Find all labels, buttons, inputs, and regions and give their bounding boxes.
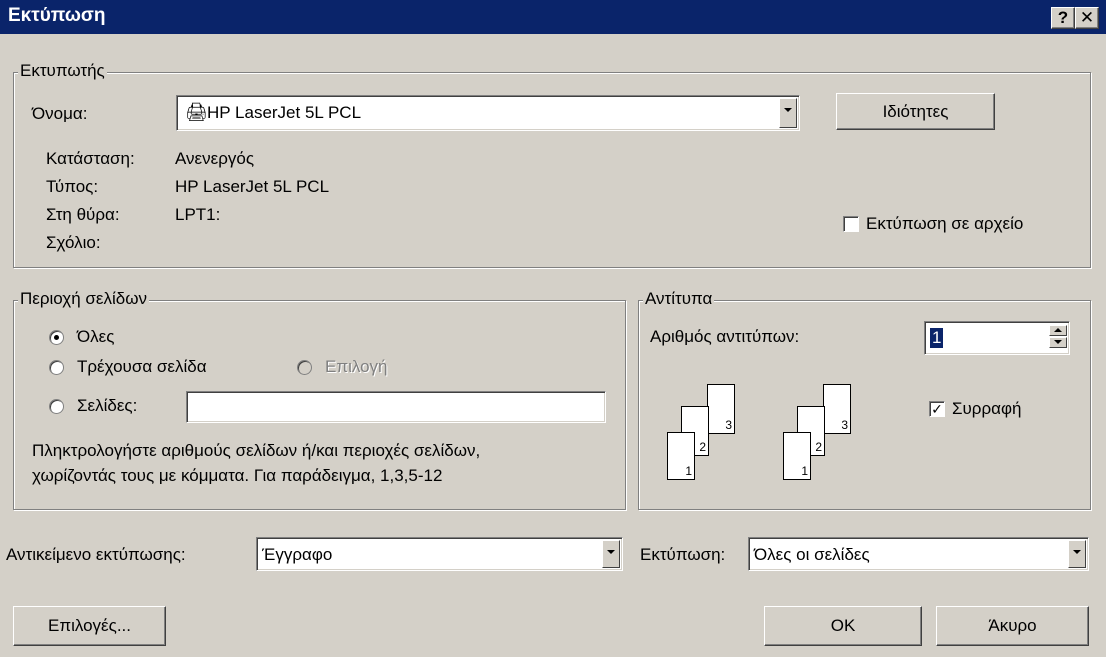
printer-name-value: HP LaserJet 5L PCL: [207, 103, 362, 122]
collate-illustration-2: 3 2 1: [783, 380, 863, 480]
print-what-dropdown[interactable]: Έγγραφο: [256, 537, 623, 571]
all-pages-label[interactable]: Όλες: [77, 327, 114, 347]
type-label: Τύπος:: [46, 177, 99, 196]
radio-selected-dot: [54, 335, 59, 340]
chevron-down-icon[interactable]: [1068, 540, 1086, 568]
copies-count-spinner[interactable]: 1: [924, 321, 1070, 355]
printer-name-dropdown[interactable]: 🖨 HP LaserJet 5L PCL: [176, 95, 800, 131]
type-value: HP LaserJet 5L PCL: [175, 177, 330, 196]
current-page-radio[interactable]: [49, 360, 64, 375]
copies-count-label: Αριθμός αντιτύπων:: [650, 327, 800, 346]
page-range-hint-line1: Πληκτρολογήστε αριθμούς σελίδων ή/και πε…: [32, 441, 481, 460]
spin-down-icon[interactable]: [1049, 337, 1067, 348]
page-number: 3: [725, 418, 732, 432]
properties-button[interactable]: Ιδιότητες: [836, 93, 995, 130]
collate-label[interactable]: Συρραφή: [952, 399, 1021, 419]
pages-radio[interactable]: [49, 399, 64, 414]
cancel-button[interactable]: Άκυρο: [936, 606, 1089, 646]
printer-group-label: Εκτυπωτής: [18, 61, 107, 81]
print-what-label: Αντικείμενο εκτύπωσης:: [6, 545, 186, 564]
copies-count-value: 1: [930, 328, 944, 348]
port-value: LPT1:: [175, 205, 221, 224]
port-label: Στη θύρα:: [46, 205, 120, 224]
selection-radio: [297, 360, 312, 375]
page-number: 1: [685, 464, 692, 478]
print-what-value: Έγγραφο: [262, 545, 333, 564]
print-scope-value: Όλες οι σελίδες: [754, 545, 870, 564]
collate-checkbox[interactable]: ✓: [929, 401, 945, 417]
pages-input[interactable]: [186, 391, 606, 423]
page-icon: 1: [783, 432, 811, 480]
print-scope-label: Εκτύπωση:: [640, 545, 726, 564]
print-to-file-checkbox[interactable]: [843, 216, 859, 232]
all-pages-radio[interactable]: [49, 330, 64, 345]
page-number: 1: [801, 464, 808, 478]
current-page-label[interactable]: Τρέχουσα σελίδα: [77, 357, 207, 377]
options-button[interactable]: Επιλογές...: [13, 606, 166, 646]
chevron-down-icon[interactable]: [602, 540, 620, 568]
copies-group-label: Αντίτυπα: [643, 289, 715, 309]
page-number: 2: [815, 440, 822, 454]
comment-label: Σχόλιο:: [46, 233, 101, 252]
page-icon: 3: [823, 384, 851, 434]
window-title: Εκτύπωση: [8, 5, 106, 26]
help-button[interactable]: ?: [1051, 7, 1075, 29]
chevron-down-icon[interactable]: [779, 98, 797, 128]
status-label: Κατάσταση:: [46, 149, 135, 168]
pages-label[interactable]: Σελίδες:: [77, 396, 137, 416]
title-bar: Εκτύπωση ? ✕: [0, 0, 1106, 34]
page-range-hint-line2: χωρίζοντάς τους με κόμματα. Για παράδειγ…: [32, 466, 443, 485]
close-button[interactable]: ✕: [1075, 7, 1099, 29]
page-number: 3: [841, 418, 848, 432]
page-icon: 1: [667, 432, 695, 480]
spin-up-icon[interactable]: [1049, 325, 1067, 336]
status-value: Ανενεργός: [175, 149, 255, 168]
ok-button[interactable]: OK: [764, 606, 922, 646]
collate-illustration-1: 3 2 1: [667, 380, 747, 480]
printer-icon: 🖨: [185, 102, 208, 122]
selection-label: Επιλογή: [325, 357, 388, 376]
printer-name-label: Όνομα:: [32, 104, 88, 123]
page-range-group-label: Περιοχή σελίδων: [18, 289, 149, 309]
print-to-file-label[interactable]: Εκτύπωση σε αρχείο: [866, 214, 1023, 234]
page-icon: 3: [707, 384, 735, 434]
print-scope-dropdown[interactable]: Όλες οι σελίδες: [748, 537, 1089, 571]
page-number: 2: [699, 440, 706, 454]
